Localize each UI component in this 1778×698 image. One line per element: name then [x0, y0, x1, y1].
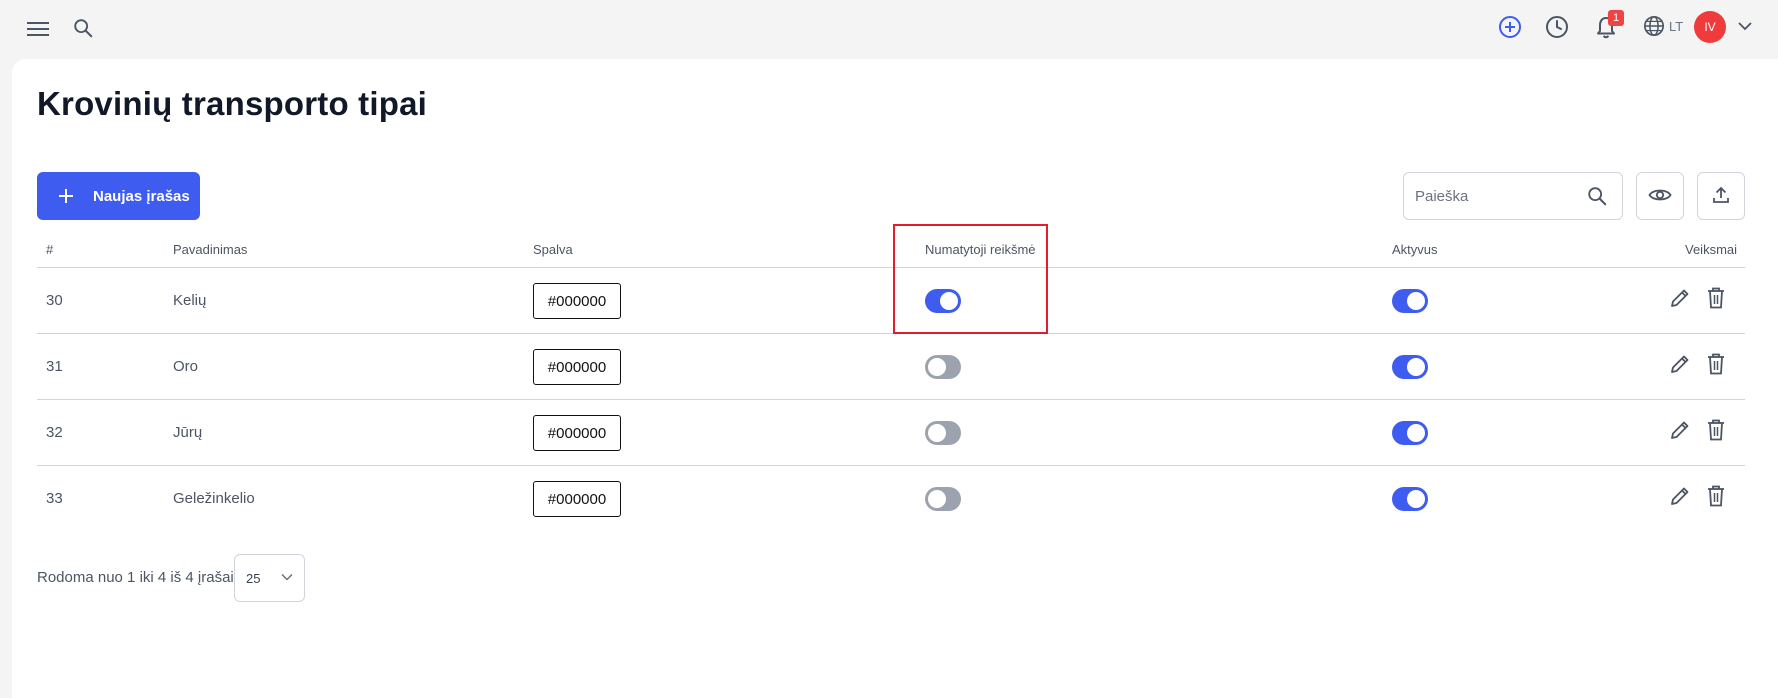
search-icon[interactable]	[70, 15, 96, 41]
page-size-select[interactable]: 25	[234, 554, 305, 602]
color-swatch[interactable]: #000000	[533, 283, 621, 319]
column-header-actions: Veiksmai	[1685, 242, 1738, 257]
color-swatch[interactable]: #000000	[533, 481, 621, 517]
trash-icon[interactable]	[1706, 286, 1730, 312]
eye-icon	[1648, 187, 1672, 206]
column-header-color[interactable]: Spalva	[533, 242, 573, 257]
trash-icon[interactable]	[1706, 352, 1730, 378]
column-visibility-button[interactable]	[1636, 172, 1684, 220]
chevron-down-icon	[280, 570, 296, 586]
new-record-button[interactable]: Naujas įrašas	[37, 172, 200, 220]
toggle-knob	[928, 358, 946, 376]
toggle-knob	[1407, 292, 1425, 310]
row-id: 31	[46, 358, 63, 375]
highlight-box	[893, 224, 1048, 334]
pencil-icon[interactable]	[1669, 353, 1693, 377]
search-input[interactable]	[1415, 185, 1575, 207]
toggle-knob	[1407, 424, 1425, 442]
clock-icon[interactable]	[1543, 13, 1571, 41]
plus-icon	[57, 185, 79, 207]
row-name: Oro	[173, 358, 199, 375]
toggle-knob	[1407, 490, 1425, 508]
pencil-icon[interactable]	[1669, 419, 1693, 443]
column-header-id[interactable]: #	[46, 242, 53, 257]
active-toggle[interactable]	[1392, 289, 1428, 313]
page-title: Krovinių transporto tipai	[37, 85, 428, 122]
pencil-icon[interactable]	[1669, 287, 1693, 311]
notification-badge: 1	[1608, 10, 1624, 26]
row-id: 32	[46, 424, 63, 441]
table-row: 31 Oro #000000	[37, 334, 1745, 400]
toggle-knob	[928, 490, 946, 508]
language-label[interactable]: LT	[1669, 19, 1683, 34]
globe-icon[interactable]	[1641, 13, 1667, 39]
active-toggle[interactable]	[1392, 421, 1428, 445]
page-size-value: 25	[246, 571, 261, 586]
color-swatch[interactable]: #000000	[533, 415, 621, 451]
upload-icon	[1711, 185, 1731, 208]
active-toggle[interactable]	[1392, 355, 1428, 379]
export-button[interactable]	[1697, 172, 1745, 220]
row-name: Jūrų	[173, 424, 203, 441]
toggle-knob	[1407, 358, 1425, 376]
table-row: 33 Geležinkelio #000000	[37, 466, 1745, 532]
row-id: 30	[46, 292, 63, 309]
table-row: 32 Jūrų #000000	[37, 400, 1745, 466]
chevron-down-icon[interactable]	[1733, 14, 1757, 38]
pencil-icon[interactable]	[1669, 485, 1693, 509]
active-toggle[interactable]	[1392, 487, 1428, 511]
search-field	[1403, 172, 1623, 220]
default-toggle[interactable]	[925, 421, 961, 445]
column-header-active[interactable]: Aktyvus	[1392, 242, 1438, 257]
trash-icon[interactable]	[1706, 418, 1730, 444]
add-circle-icon[interactable]	[1496, 13, 1524, 41]
new-record-label: Naujas įrašas	[93, 187, 190, 205]
color-swatch[interactable]: #000000	[533, 349, 621, 385]
trash-icon[interactable]	[1706, 484, 1730, 510]
default-toggle[interactable]	[925, 355, 961, 379]
search-icon[interactable]	[1586, 185, 1610, 209]
table-row: 30 Kelių #000000	[37, 268, 1745, 334]
pagination-summary: Rodoma nuo 1 iki 4 iš 4 įrašai	[37, 569, 234, 586]
top-bar: 1 LT IV	[0, 0, 1778, 58]
toggle-knob	[928, 424, 946, 442]
row-name: Kelių	[173, 292, 207, 309]
default-toggle[interactable]	[925, 487, 961, 511]
avatar[interactable]: IV	[1694, 11, 1726, 43]
menu-icon[interactable]	[24, 15, 52, 43]
row-name: Geležinkelio	[173, 490, 255, 507]
row-id: 33	[46, 490, 63, 507]
column-header-name[interactable]: Pavadinimas	[173, 242, 247, 257]
